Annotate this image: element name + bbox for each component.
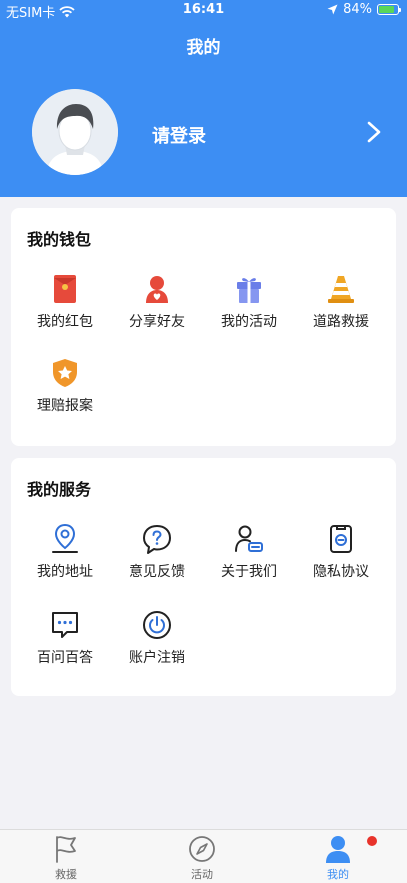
service-item-label: 意见反馈 xyxy=(129,564,185,580)
service-item-label: 账户注销 xyxy=(129,650,185,666)
wallet-item-claim[interactable]: 理赔报案 xyxy=(20,356,110,415)
tab-label: 活动 xyxy=(191,868,213,881)
service-item-feedback[interactable]: 意见反馈 xyxy=(112,522,202,581)
profile-header: 无SIM卡 16:41 84% 我的 请登录 xyxy=(0,0,407,197)
service-title: 我的服务 xyxy=(27,480,92,499)
wallet-item-road-rescue[interactable]: 道路救援 xyxy=(296,272,386,331)
battery-percent: 84% xyxy=(343,2,372,17)
wallet-card: 我的钱包 我的红包 分享好友 我的活动 道路救援 理赔报案 xyxy=(11,208,396,446)
chevron-right-icon[interactable] xyxy=(362,120,386,144)
tab-activity[interactable]: 活动 xyxy=(162,834,242,882)
location-arrow-icon xyxy=(327,4,338,15)
claim-shield-icon xyxy=(53,359,77,387)
wallet-item-share[interactable]: 分享好友 xyxy=(112,272,202,331)
compass-icon xyxy=(189,836,215,862)
wallet-item-label: 理赔报案 xyxy=(37,398,93,414)
login-prompt[interactable]: 请登录 xyxy=(152,122,206,148)
share-friend-icon xyxy=(146,276,168,303)
service-item-qa[interactable]: 百问百答 xyxy=(20,608,110,667)
person-icon xyxy=(326,836,350,863)
service-item-label: 关于我们 xyxy=(221,564,277,580)
traffic-cone-icon xyxy=(328,276,354,303)
flag-icon xyxy=(56,836,76,863)
service-item-label: 我的地址 xyxy=(37,564,93,580)
avatar-placeholder-icon xyxy=(32,89,118,175)
service-item-deactivate[interactable]: 账户注销 xyxy=(112,608,202,667)
wallet-item-label: 我的活动 xyxy=(221,314,277,330)
tab-bar: 救援 活动 我的 xyxy=(0,829,407,883)
wallet-item-label: 我的红包 xyxy=(37,314,93,330)
tab-label: 我的 xyxy=(327,868,349,881)
red-envelope-icon xyxy=(54,275,76,303)
tab-rescue[interactable]: 救援 xyxy=(26,834,106,882)
feedback-question-icon xyxy=(143,525,171,554)
wallet-item-label: 道路救援 xyxy=(313,314,369,330)
battery-icon xyxy=(377,4,401,15)
wallet-item-activity[interactable]: 我的活动 xyxy=(204,272,294,331)
wallet-title: 我的钱包 xyxy=(27,230,92,249)
service-card: 我的服务 我的地址 意见反馈 关于我们 隐私协议 百问百答 账户注销 xyxy=(11,458,396,696)
privacy-icon xyxy=(330,525,352,553)
avatar[interactable] xyxy=(32,89,118,175)
notification-badge xyxy=(367,836,377,846)
service-item-privacy[interactable]: 隐私协议 xyxy=(296,522,386,581)
service-item-address[interactable]: 我的地址 xyxy=(20,522,110,581)
service-item-about[interactable]: 关于我们 xyxy=(204,522,294,581)
service-item-label: 隐私协议 xyxy=(313,564,369,580)
page-title: 我的 xyxy=(186,38,221,58)
gift-icon xyxy=(237,278,261,303)
power-icon xyxy=(143,611,171,639)
about-user-icon xyxy=(235,525,263,552)
tab-mine[interactable]: 我的 xyxy=(298,834,378,882)
wallet-item-label: 分享好友 xyxy=(129,314,185,330)
service-item-label: 百问百答 xyxy=(37,650,93,666)
wallet-item-red-envelope[interactable]: 我的红包 xyxy=(20,272,110,331)
qa-chat-icon xyxy=(52,612,78,638)
tab-label: 救援 xyxy=(55,868,77,881)
location-icon xyxy=(52,523,78,553)
status-bar: 无SIM卡 16:41 84% xyxy=(0,0,407,21)
